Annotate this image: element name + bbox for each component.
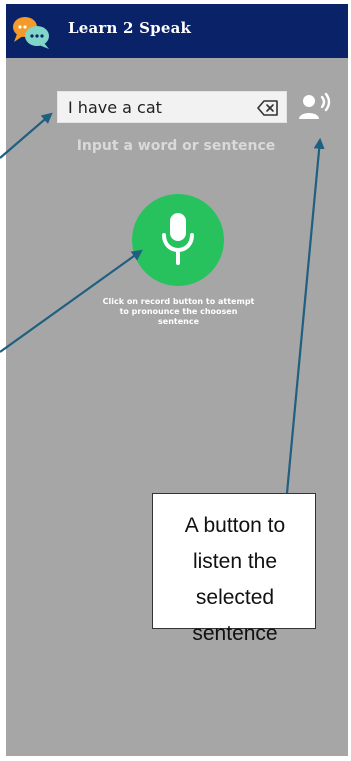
speaking-person-icon [299, 92, 331, 119]
speech-bubbles-icon [13, 17, 49, 49]
sentence-input-box[interactable] [57, 91, 287, 123]
record-instruction: Click on record button to attempt to pro… [102, 297, 255, 326]
app-screen: Learn 2 Speak Input a word or sentence C… [6, 4, 348, 756]
input-hint: Input a word or sentence [76, 138, 276, 154]
app-header: Learn 2 Speak [6, 4, 348, 58]
microphone-icon [162, 213, 194, 265]
record-button[interactable] [132, 194, 224, 286]
listen-sentence-button[interactable] [298, 92, 332, 122]
annotation-text: A button to listen the selected sentence [184, 514, 286, 645]
backspace-clear-icon[interactable] [257, 100, 279, 116]
annotation-callout: A button to listen the selected sentence [152, 493, 316, 645]
app-title: Learn 2 Speak [68, 19, 192, 37]
sentence-input[interactable] [68, 94, 248, 120]
